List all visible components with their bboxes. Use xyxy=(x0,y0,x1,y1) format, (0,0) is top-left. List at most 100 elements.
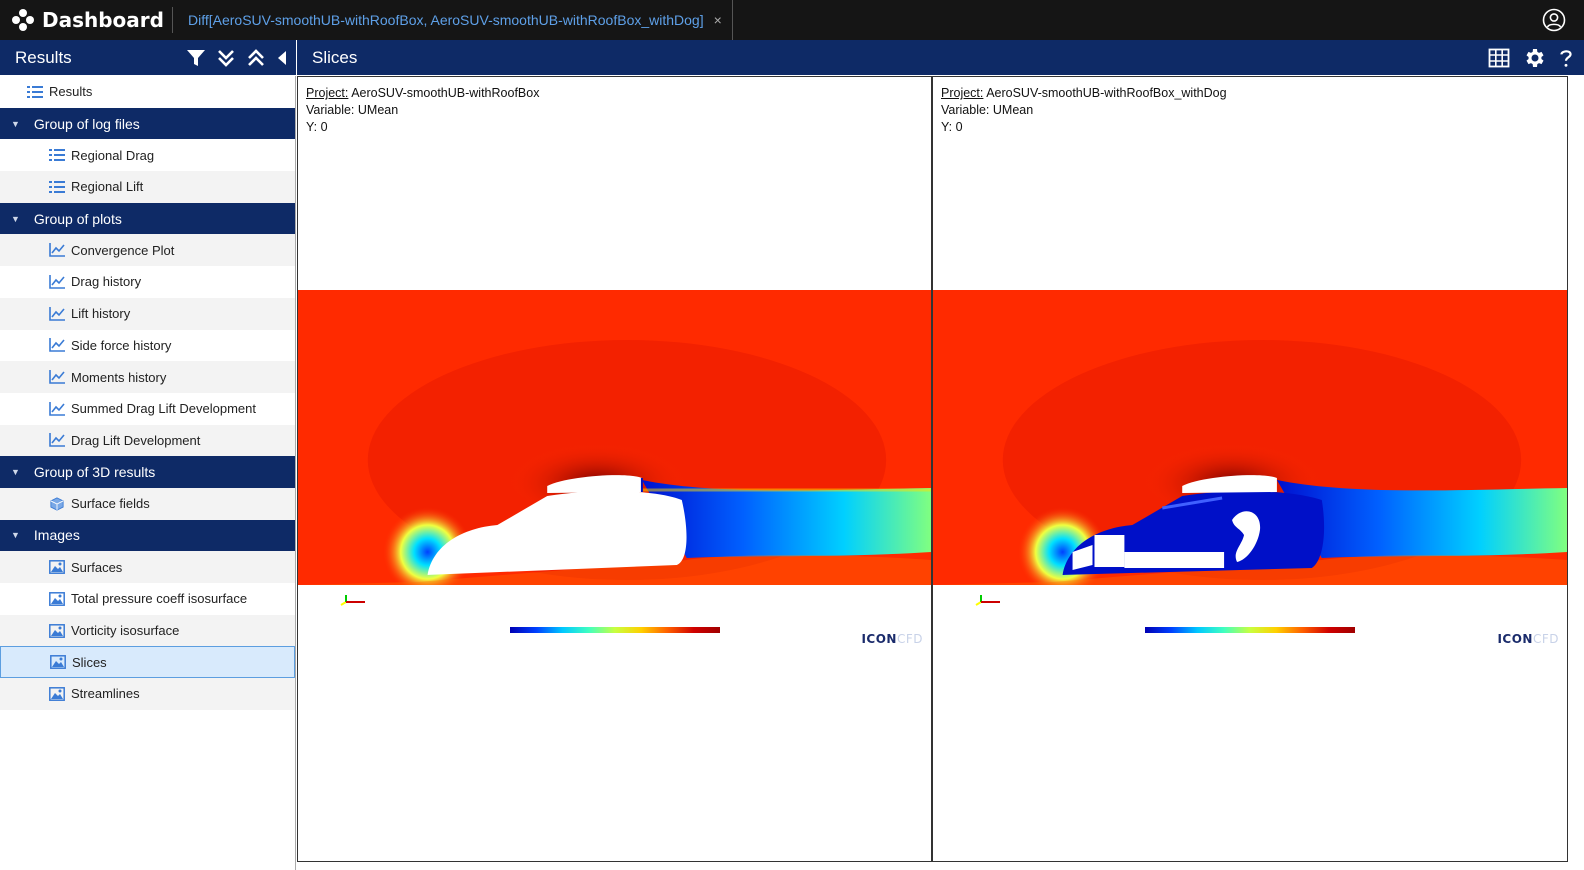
results-tree: Results ▼ Group of log files Regional Dr… xyxy=(0,76,296,870)
image-icon xyxy=(49,623,65,638)
list-icon xyxy=(49,149,65,162)
tree-item-summed-drag-lift-development[interactable]: Summed Drag Lift Development xyxy=(0,393,295,425)
tree-item-convergence-plot[interactable]: Convergence Plot xyxy=(0,234,295,267)
results-panel-header: Results xyxy=(0,40,296,75)
image-icon xyxy=(50,655,66,670)
variable-line: Variable: UMean xyxy=(941,103,1034,117)
caret-down-icon[interactable]: ▼ xyxy=(11,467,20,477)
variable-line: Variable: UMean xyxy=(306,103,399,117)
orientation-axes xyxy=(338,577,368,607)
tree-item-side-force-history[interactable]: Side force history xyxy=(0,330,295,362)
line-chart-icon xyxy=(49,401,65,416)
tree-item-label: Drag Lift Development xyxy=(71,432,201,448)
caret-down-icon[interactable]: ▼ xyxy=(11,119,20,129)
help-icon[interactable] xyxy=(1558,48,1574,68)
project-name: AeroSUV-smoothUB-withRoofBox xyxy=(351,86,540,100)
tree-item-streamlines[interactable]: Streamlines xyxy=(0,678,295,710)
tree-group-log-files[interactable]: ▼ Group of log files xyxy=(0,107,295,140)
orientation-axes xyxy=(973,577,1003,607)
tree-group-label: Group of plots xyxy=(33,210,122,227)
image-icon xyxy=(49,560,65,575)
velocity-field-image xyxy=(933,290,1567,585)
cube-icon xyxy=(50,497,64,511)
line-chart-icon xyxy=(49,306,65,321)
close-tab-icon[interactable]: × xyxy=(714,12,722,28)
project-key: Project: xyxy=(941,86,984,100)
tree-group-label: Group of 3D results xyxy=(33,464,156,481)
tree-item-label: Results xyxy=(49,84,93,100)
dashboard-home[interactable]: Dashboard xyxy=(0,0,164,40)
logo-light-text: CFD xyxy=(896,632,923,646)
color-legend xyxy=(510,627,720,633)
logo-light-text: CFD xyxy=(1532,632,1559,646)
list-icon xyxy=(27,85,43,98)
grid-layout-icon[interactable] xyxy=(1488,48,1510,68)
tree-item-label: Total pressure coeff isosurface xyxy=(71,591,248,607)
project-name: AeroSUV-smoothUB-withRoofBox_withDog xyxy=(986,86,1227,100)
tree-item-lift-history[interactable]: Lift history xyxy=(0,297,295,330)
tree-item-label: Drag history xyxy=(71,274,142,290)
line-chart-icon xyxy=(49,338,65,353)
top-bar: Dashboard Diff[AeroSUV-smoothUB-withRoof… xyxy=(0,0,1584,40)
tree-item-regional-drag[interactable]: Regional Drag xyxy=(0,139,295,171)
tree-item-label: Side force history xyxy=(71,337,172,353)
tree-item-moments-history[interactable]: Moments history xyxy=(0,361,295,393)
tree-item-label: Surface fields xyxy=(71,496,150,512)
document-tab[interactable]: Diff[AeroSUV-smoothUB-withRoofBox, AeroS… xyxy=(173,0,733,40)
list-icon xyxy=(49,180,65,193)
tree-item-label: Surfaces xyxy=(71,559,123,575)
tree-item-label: Streamlines xyxy=(71,686,140,702)
filter-icon[interactable] xyxy=(186,48,206,68)
tree-group-label: Images xyxy=(33,527,80,544)
logo-bold-text: ICON xyxy=(861,632,897,646)
main-panel-title: Slices xyxy=(312,47,358,67)
y-line: Y: 0 xyxy=(306,120,328,134)
image-icon xyxy=(49,591,65,606)
tree-item-slices[interactable]: Slices xyxy=(0,646,295,679)
line-chart-icon xyxy=(49,274,65,289)
tree-item-vorticity-isosurface[interactable]: Vorticity isosurface xyxy=(0,614,295,647)
tree-group-images[interactable]: ▼ Images xyxy=(0,519,295,552)
dashboard-logo-icon xyxy=(12,9,34,31)
document-tab-label[interactable]: Diff[AeroSUV-smoothUB-withRoofBox, AeroS… xyxy=(188,12,704,28)
tree-item-surfaces[interactable]: Surfaces xyxy=(0,551,295,583)
color-scale-bar xyxy=(1145,627,1355,633)
settings-gear-icon[interactable] xyxy=(1522,46,1546,70)
caret-down-icon[interactable]: ▼ xyxy=(11,214,20,224)
tree-item-total-pressure-coeff-isosurface[interactable]: Total pressure coeff isosurface xyxy=(0,583,295,615)
iconcfd-logo: ICONCFD xyxy=(1497,632,1559,646)
caret-down-icon[interactable]: ▼ xyxy=(11,530,20,540)
tree-item-label: Convergence Plot xyxy=(71,242,175,258)
tree-group-plots[interactable]: ▼ Group of plots xyxy=(0,202,295,235)
tree-item-drag-lift-development[interactable]: Drag Lift Development xyxy=(0,424,295,457)
tree-item-drag-history[interactable]: Drag history xyxy=(0,266,295,298)
project-key: Project: xyxy=(306,86,349,100)
image-icon xyxy=(49,686,65,701)
tree-group-label: Group of log files xyxy=(33,115,140,132)
tree-item-regional-lift[interactable]: Regional Lift xyxy=(0,171,295,203)
tree-item-label: Lift history xyxy=(71,306,131,322)
tree-item-label: Regional Drag xyxy=(71,147,155,163)
collapse-panel-icon[interactable] xyxy=(276,48,288,68)
tree-item-results[interactable]: Results xyxy=(0,76,295,108)
tree-item-label: Slices xyxy=(72,654,107,670)
slice-view-right[interactable]: Project: AeroSUV-smoothUB-withRoofBox_wi… xyxy=(932,76,1568,862)
color-scale-bar xyxy=(510,627,720,633)
collapse-all-icon[interactable] xyxy=(246,48,266,68)
line-chart-icon xyxy=(49,243,65,258)
tree-item-label: Summed Drag Lift Development xyxy=(71,401,256,417)
main-panel-header: Slices xyxy=(297,40,1584,75)
slice-info: Project: AeroSUV-smoothUB-withRoofBox Va… xyxy=(306,85,539,136)
logo-bold-text: ICON xyxy=(1497,632,1533,646)
user-account-icon[interactable] xyxy=(1542,8,1566,32)
color-legend xyxy=(1145,627,1355,633)
slice-view-left[interactable]: Project: AeroSUV-smoothUB-withRoofBox Va… xyxy=(297,76,932,862)
line-chart-icon xyxy=(49,370,65,384)
line-chart-icon xyxy=(49,433,65,448)
expand-all-icon[interactable] xyxy=(216,48,236,68)
tree-item-surface-fields[interactable]: Surface fields xyxy=(0,487,295,520)
iconcfd-logo: ICONCFD xyxy=(861,632,923,646)
slice-info: Project: AeroSUV-smoothUB-withRoofBox_wi… xyxy=(941,85,1227,136)
results-panel-title: Results xyxy=(15,47,72,67)
tree-group-3d-results[interactable]: ▼ Group of 3D results xyxy=(0,456,295,488)
